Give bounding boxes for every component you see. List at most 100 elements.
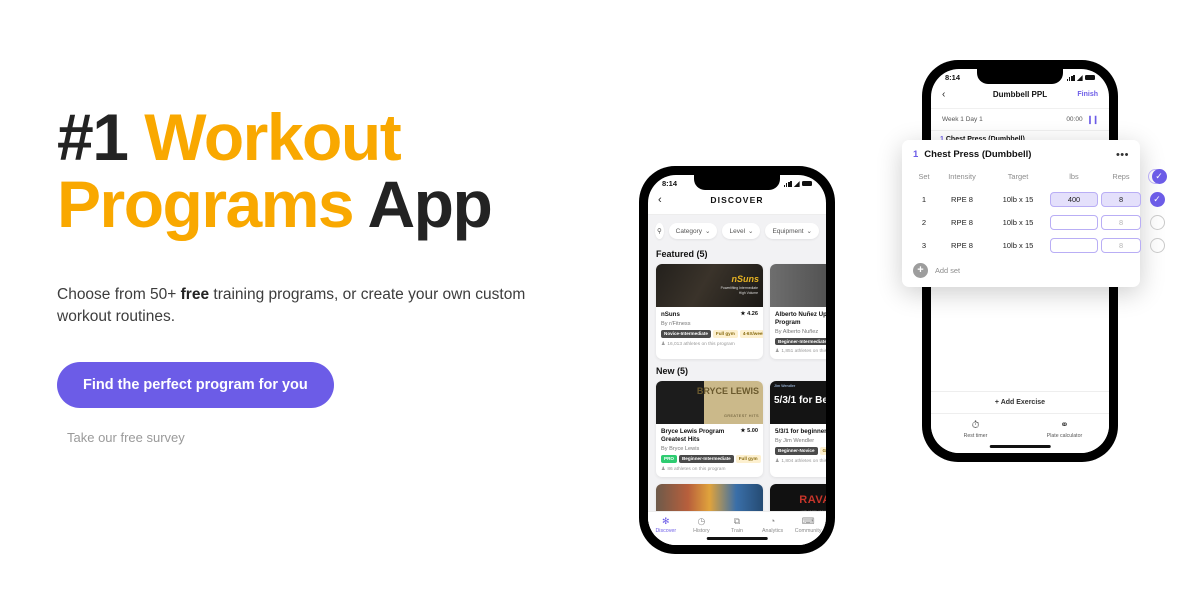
- program-card[interactable]: BRYCE LEWIS GREATEST HITS Bryce Lewis Pr…: [656, 381, 763, 477]
- wifi-icon: ◢: [794, 180, 800, 188]
- program-title: Alberto Nuñez Upper lower Program: [775, 311, 826, 326]
- people-icon: ♟: [661, 466, 666, 472]
- headline-word-workout: Workout: [144, 100, 401, 174]
- subtitle-lead: Choose from 50+: [57, 285, 181, 303]
- tab-train[interactable]: ⧉ Train: [719, 516, 755, 534]
- table-row[interactable]: 3 RPE 8 10lb x 15 8: [913, 234, 1165, 257]
- tag-equipment: Full gym: [712, 329, 738, 338]
- finish-button[interactable]: Finish: [1077, 91, 1098, 98]
- find-program-button[interactable]: Find the perfect program for you: [57, 361, 334, 408]
- signal-icon: [784, 180, 792, 187]
- timer-icon: ⏱: [971, 420, 980, 431]
- headline-word-app: App: [353, 167, 493, 242]
- set-complete-toggle[interactable]: ✓: [1149, 192, 1165, 207]
- exercise-card-header: 1 Chest Press (Dumbbell) •••: [913, 149, 1129, 160]
- set-complete-toggle[interactable]: [1149, 238, 1165, 253]
- program-author: By Bryce Lewis: [661, 445, 700, 452]
- tag-equipment: Garage gym: [819, 447, 826, 455]
- lbs-input[interactable]: [1050, 215, 1098, 230]
- program-card[interactable]: nSuns Powerlifting Intermediate High Vol…: [656, 264, 763, 360]
- chip-category-label: Category: [675, 227, 703, 235]
- program-athlete-count: ♟ 86 athletes on this program: [661, 466, 726, 472]
- tab-community[interactable]: ⌨ Community: [790, 516, 826, 534]
- program-artwork: ALBERTO 4 DAY UPPER LOWER: [770, 264, 826, 307]
- lbs-input[interactable]: [1050, 238, 1098, 253]
- discover-header: ‹ DISCOVER: [648, 190, 826, 215]
- pause-icon[interactable]: ❙❙: [1087, 115, 1099, 124]
- chip-equipment[interactable]: Equipment ⌄: [765, 223, 819, 239]
- chip-level[interactable]: Level ⌄: [722, 223, 761, 239]
- tab-discover-label: Discover: [655, 528, 677, 534]
- home-indicator: [706, 537, 768, 540]
- tab-history[interactable]: ◷ History: [684, 516, 720, 534]
- cell-target: 10lb x 15: [1002, 241, 1034, 250]
- section-title-new: New (5): [656, 366, 689, 377]
- tag-equipment: Full gym: [735, 454, 761, 463]
- col-target: Target: [1007, 172, 1029, 181]
- workout-header: ‹ Dumbbell PPL Finish: [931, 84, 1109, 109]
- tab-analytics[interactable]: ◔ Analytics: [755, 516, 791, 534]
- chip-category[interactable]: Category ⌄: [668, 223, 718, 239]
- search-icon[interactable]: ⚲: [655, 223, 664, 239]
- back-icon[interactable]: ‹: [942, 89, 945, 100]
- plate-calculator-button[interactable]: ⚭ Plate calculator: [1020, 420, 1109, 439]
- add-exercise-button[interactable]: + Add Exercise: [931, 391, 1109, 414]
- program-title: Bryce Lewis Program Greatest Hits: [661, 428, 725, 444]
- set-complete-toggle[interactable]: [1149, 215, 1165, 230]
- col-set: Set: [918, 172, 930, 181]
- program-card[interactable]: ALBERTO 4 DAY UPPER LOWER Alberto Nuñez …: [770, 264, 826, 360]
- rest-timer-button[interactable]: ⏱ Rest timer: [931, 420, 1020, 439]
- subtitle-emphasis: free: [180, 285, 210, 303]
- tab-discover[interactable]: ✻ Discover: [648, 516, 684, 534]
- program-athlete-count: ♟ 16,013 athletes on this program: [661, 341, 735, 347]
- exercise-number: 1: [913, 149, 919, 160]
- chevron-down-icon: ⌄: [806, 228, 812, 235]
- section-title-featured: Featured (5): [656, 249, 708, 259]
- reps-input[interactable]: 8: [1101, 192, 1141, 207]
- cell-set: 1: [921, 195, 927, 204]
- tab-analytics-label: Analytics: [761, 528, 784, 534]
- tag-level: Novice-Intermediate: [661, 329, 711, 338]
- cell-intensity: RPE 8: [951, 218, 973, 227]
- program-author: By r/Fitness: [661, 320, 691, 327]
- program-author: By Jim Wendler: [775, 438, 815, 445]
- col-intensity: Intensity: [948, 172, 976, 181]
- lbs-input[interactable]: 400: [1050, 192, 1098, 207]
- complete-all-toggle[interactable]: ✓: [1147, 169, 1167, 184]
- tag-pro: PRO: [661, 454, 677, 463]
- status-icons: ◢: [784, 180, 812, 188]
- program-athlete-count: ♟ 1,804 athletes on this program: [775, 458, 826, 464]
- artwork-sublabel: Jim Wendler: [774, 384, 796, 389]
- battery-icon: [1085, 75, 1095, 80]
- program-author: By Alberto Nuñez: [775, 328, 819, 335]
- analytics-icon: ◔: [769, 516, 776, 526]
- cell-intensity: RPE 8: [951, 195, 973, 204]
- table-row[interactable]: 1 RPE 8 10lb x 15 400 8 ✓: [913, 188, 1165, 211]
- discover-phone-mockup: 8:14 ◢ ‹ DISCOVER ⚲ Category ⌄ Level ⌄ E…: [639, 166, 835, 554]
- reps-input[interactable]: 8: [1101, 238, 1141, 253]
- chevron-down-icon: ⌄: [705, 228, 711, 235]
- cell-set: 3: [921, 241, 927, 250]
- community-icon: ⌨: [801, 516, 815, 526]
- more-options-icon[interactable]: •••: [1116, 149, 1129, 160]
- program-tags: Novice-Intermediate Full gym 4-6X/week: [661, 329, 763, 338]
- hero-section: #1 Workout Programs App Choose from 50+ …: [57, 103, 617, 445]
- program-tags: Beginner-Intermediate Full gym: [775, 337, 826, 346]
- new-card-row: BRYCE LEWIS GREATEST HITS Bryce Lewis Pr…: [648, 381, 826, 477]
- reps-input[interactable]: 8: [1101, 215, 1141, 230]
- rest-timer-label: Rest timer: [963, 433, 988, 439]
- program-card-body: nSuns ★ 4.26 By r/Fitness Novice-Interme…: [656, 307, 763, 352]
- tab-history-label: History: [693, 528, 710, 534]
- people-icon: ♟: [775, 349, 780, 355]
- add-set-row[interactable]: + Add set: [913, 257, 1129, 279]
- table-row[interactable]: 2 RPE 8 10lb x 15 8: [913, 211, 1165, 234]
- program-card[interactable]: Jim Wendler 5/3/1 for Beginners 5/3/1 fo…: [770, 381, 826, 477]
- history-icon: ◷: [697, 516, 706, 526]
- dumbbell-icon: ⧉: [733, 516, 741, 526]
- people-icon: ♟: [775, 458, 780, 464]
- plate-icon: ⚭: [1060, 420, 1069, 431]
- chevron-down-icon: ⌄: [748, 228, 754, 235]
- artwork-label: RAVAGE: [799, 493, 826, 506]
- artwork-label: nSuns: [731, 274, 759, 284]
- take-survey-link[interactable]: Take our free survey: [67, 430, 617, 445]
